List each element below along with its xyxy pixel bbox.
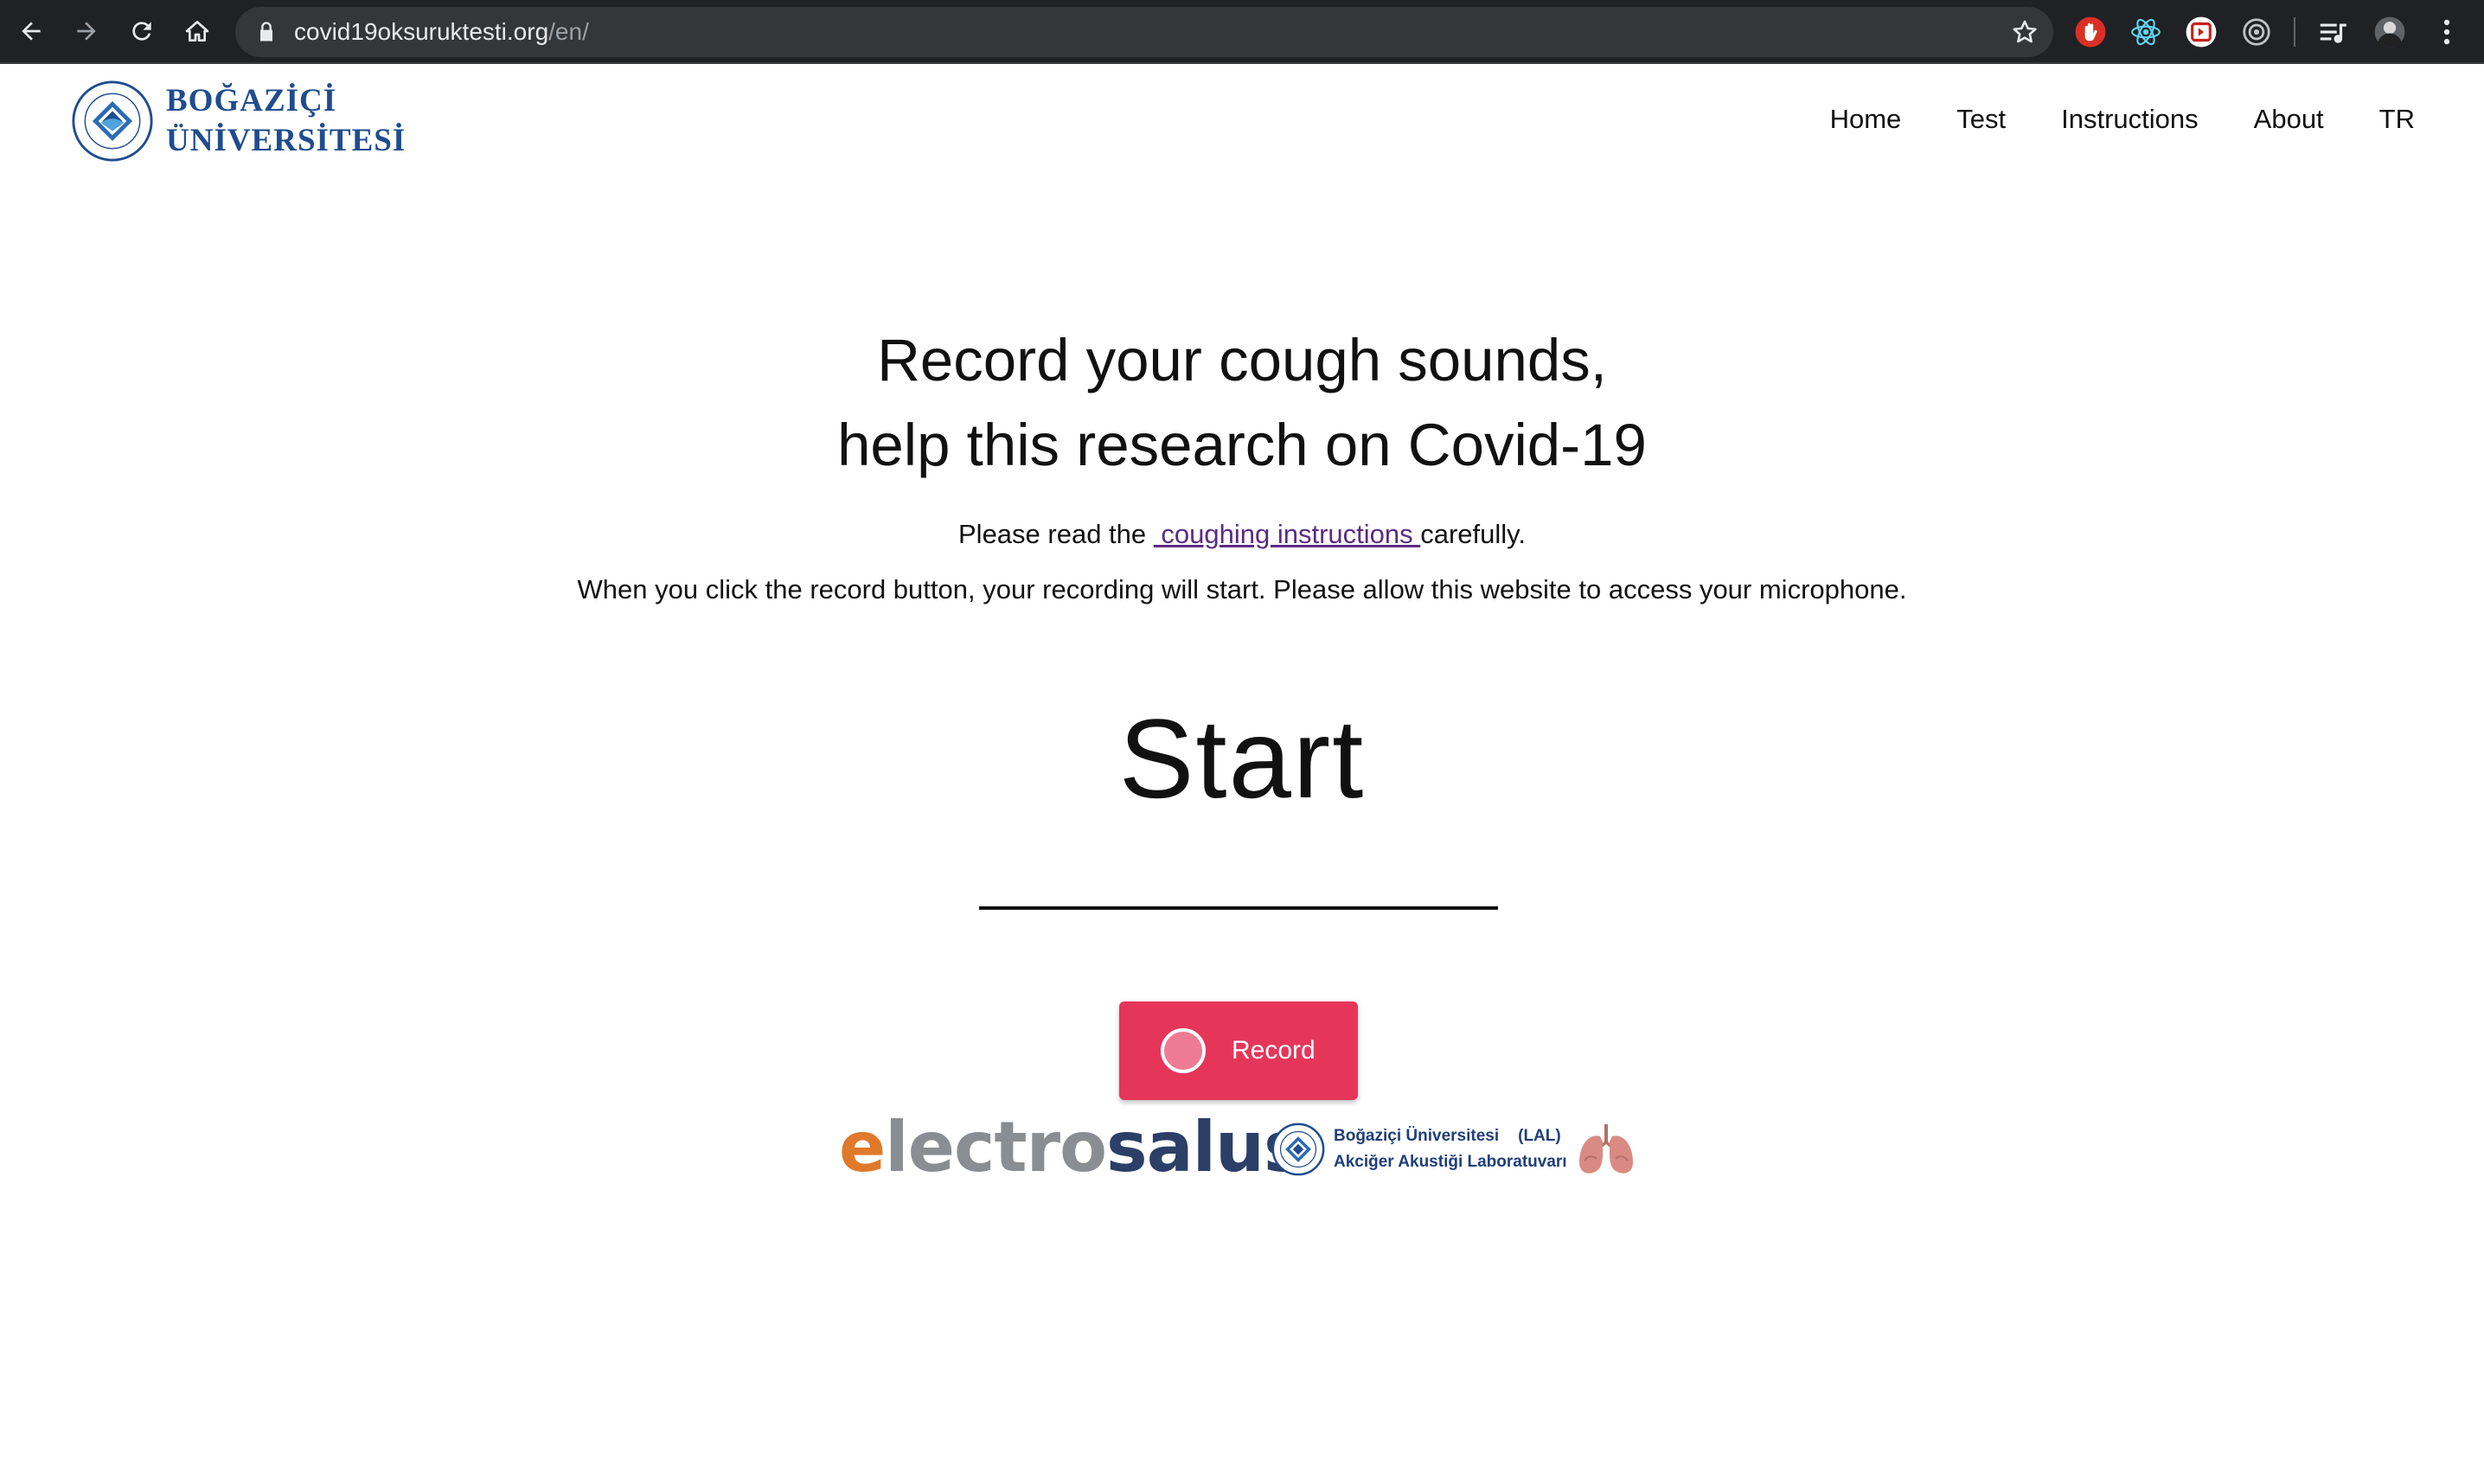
electrosalus-logo: electrosalus [839, 1107, 1305, 1187]
instructions-suffix: carefully. [1420, 519, 1526, 549]
university-name-line1: BOĞAZİÇİ [166, 83, 337, 118]
lal-university: Boğaziçi Üniversitesi [1334, 1127, 1500, 1145]
electrosalus-logo-e: e [839, 1107, 886, 1187]
kebab-menu-icon[interactable] [2429, 14, 2465, 50]
url-host: covid19oksuruktesti.org [294, 18, 549, 45]
coughing-instructions-link[interactable]: coughing instructions [1154, 519, 1420, 549]
forward-arrow-icon[interactable] [66, 10, 107, 52]
nav-about[interactable]: About [2254, 104, 2324, 135]
back-arrow-icon[interactable] [10, 10, 52, 52]
lal-lab-name: Akciğer Akustiği Laboratuvarı [1334, 1153, 1567, 1171]
home-icon[interactable] [176, 10, 218, 52]
react-devtools-extension-icon[interactable] [2128, 14, 2164, 50]
headline-line1: Record your cough sounds, [877, 327, 1607, 393]
target-extension-icon[interactable] [2238, 14, 2275, 50]
url-text[interactable]: covid19oksuruktesti.org/en/ [294, 18, 589, 46]
lal-text: Boğaziçi Üniversitesi (LAL) Akciğer Akust… [1334, 1123, 1567, 1175]
lal-seal-icon [1271, 1123, 1325, 1176]
site-header: BOĞAZİÇİ ÜNİVERSİTESİ Home Test Instruct… [0, 64, 2484, 176]
lungs-icon [1578, 1124, 1633, 1174]
university-name: BOĞAZİÇİ ÜNİVERSİTESİ [166, 81, 406, 161]
instructions-text: Please read the coughing instructions ca… [0, 519, 2484, 550]
university-seal-icon [72, 80, 153, 162]
browser-toolbar: covid19oksuruktesti.org/en/ [0, 0, 2484, 64]
main-nav: Home Test Instructions About TR [1775, 104, 2415, 135]
toolbar-divider [2294, 17, 2295, 47]
university-name-line2: ÜNİVERSİTESİ [166, 123, 407, 158]
instructions-prefix: Please read the [958, 519, 1154, 549]
url-path: /en/ [548, 18, 589, 45]
nav-home[interactable]: Home [1830, 104, 1902, 135]
microphone-notice: When you click the record button, your r… [577, 574, 1907, 604]
electrosalus-logo-lectro: lectro [885, 1107, 1107, 1187]
hand-stop-extension-icon[interactable] [2072, 14, 2109, 50]
record-button[interactable]: Record [1119, 1001, 1358, 1100]
page-headline: Record your cough sounds, help this rese… [0, 318, 2484, 488]
media-queue-icon[interactable] [2314, 14, 2351, 50]
nav-instructions[interactable]: Instructions [2061, 104, 2199, 135]
video-speed-extension-icon[interactable] [2183, 14, 2219, 50]
lal-logo: Boğaziçi Üniversitesi (LAL) Akciğer Akust… [1271, 1121, 1636, 1178]
university-logo[interactable]: BOĞAZİÇİ ÜNİVERSİTESİ [71, 80, 406, 163]
nav-language-tr[interactable]: TR [2379, 104, 2415, 135]
nav-test[interactable]: Test [1956, 104, 2006, 135]
address-bar[interactable]: covid19oksuruktesti.org/en/ [235, 7, 2053, 57]
record-dot-icon [1161, 1028, 1206, 1073]
reload-icon[interactable] [121, 10, 163, 52]
recording-status-label: Start [1118, 695, 1366, 822]
lock-icon [260, 22, 272, 42]
record-button-label: Record [1232, 1036, 1316, 1065]
profile-avatar[interactable] [2372, 14, 2408, 50]
lal-abbreviation: (LAL) [1518, 1127, 1561, 1145]
bookmark-star-icon[interactable] [2010, 17, 2039, 47]
status-underline [979, 906, 1498, 910]
headline-line2: help this research on Covid-19 [837, 412, 1647, 478]
